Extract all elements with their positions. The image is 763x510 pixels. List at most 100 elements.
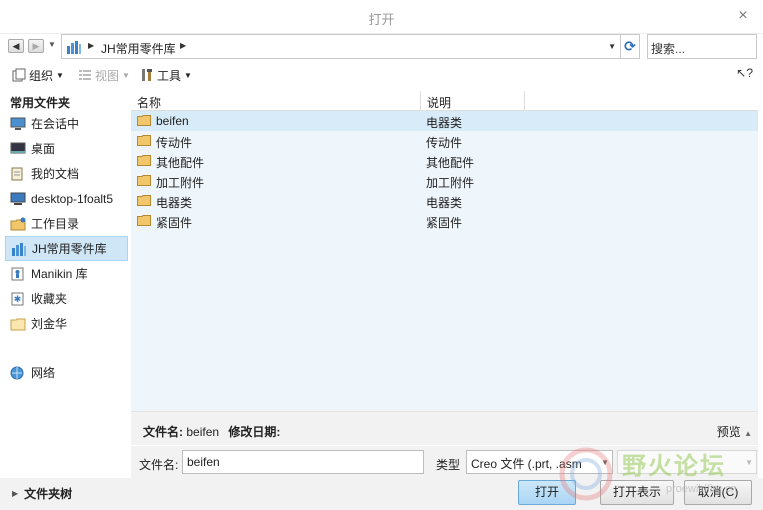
cursor-help-icon: ↖ xyxy=(736,66,747,80)
network-icon xyxy=(10,366,24,379)
sidebar-item-favorites[interactable]: ✱ 收藏夹 xyxy=(5,286,128,311)
address-bar[interactable]: ▶ JH常用零件库 ▶ ▼ xyxy=(61,34,621,59)
folder-icon xyxy=(137,195,151,206)
history-dropdown-icon[interactable]: ▼ xyxy=(48,40,56,49)
breadcrumb-current[interactable]: JH常用零件库 xyxy=(101,40,176,57)
file-list: 名称 说明 beifen 电器类 传动件 传动件 其他配件 其他配件 加工附件 … xyxy=(131,91,758,411)
file-description: 其他配件 xyxy=(426,156,475,170)
sidebar-header: 常用文件夹 xyxy=(10,96,71,110)
file-name: 电器类 xyxy=(156,196,193,210)
folder-icon xyxy=(137,135,151,146)
file-description: 传动件 xyxy=(426,136,463,150)
working-directory-icon xyxy=(10,217,26,230)
file-row[interactable]: 电器类 电器类 xyxy=(131,191,758,211)
organize-label: 组织 xyxy=(29,68,54,83)
sidebar-item-label: 桌面 xyxy=(31,142,56,156)
breadcrumb-separator-icon[interactable]: ▶ xyxy=(180,41,186,50)
sidebar-item-user-folder[interactable]: 刘金华 xyxy=(5,311,128,336)
sidebar-item-label: 在会话中 xyxy=(31,117,80,131)
open-representation-button[interactable]: 打开表示 xyxy=(600,480,674,505)
close-icon[interactable]: × xyxy=(733,6,753,26)
folder-icon xyxy=(137,215,151,226)
sidebar-item-label: 收藏夹 xyxy=(31,292,68,306)
folder-icon xyxy=(137,115,151,126)
tools-icon xyxy=(142,69,152,81)
sidebar-item-desktop[interactable]: 桌面 xyxy=(5,136,128,161)
navigation-bar: ◀ ▶ ▼ ▶ JH常用零件库 ▶ ▼ ⟳ 搜索... xyxy=(0,34,763,60)
breadcrumb-separator-icon[interactable]: ▶ xyxy=(88,41,94,50)
library-icon xyxy=(67,41,81,54)
documents-icon xyxy=(11,167,23,180)
file-info-text: 文件名: beifen 修改日期: xyxy=(143,423,280,440)
file-row[interactable]: 传动件 传动件 xyxy=(131,131,758,151)
file-type-select[interactable]: Creo 文件 (.prt, .asm ▼ xyxy=(466,450,613,474)
title-bar: 打开 × xyxy=(0,0,763,34)
library-icon xyxy=(12,242,26,256)
preview-toggle[interactable]: 预览 ▲ xyxy=(717,423,752,440)
file-row[interactable]: beifen 电器类 xyxy=(131,111,758,131)
svg-text:✱: ✱ xyxy=(14,294,22,304)
favorites-icon: ✱ xyxy=(11,292,24,305)
file-name: 传动件 xyxy=(156,136,193,150)
sidebar-item-documents[interactable]: 我的文档 xyxy=(5,161,128,186)
sidebar-item-manikin[interactable]: Manikin 库 xyxy=(5,261,128,286)
help-button[interactable]: ↖? xyxy=(736,66,753,80)
type-label: 类型 xyxy=(436,458,461,472)
info-filename-label: 文件名: xyxy=(143,425,183,439)
file-row[interactable]: 紧固件 紧固件 xyxy=(131,211,758,231)
sidebar-item-computer[interactable]: desktop-1foalt5 xyxy=(5,186,128,211)
info-modified-label: 修改日期: xyxy=(228,425,281,439)
organize-menu[interactable]: 组织 ▼ xyxy=(12,66,64,84)
chevron-down-icon: ▼ xyxy=(745,458,753,467)
sidebar-item-label: 刘金华 xyxy=(31,317,68,331)
tools-menu[interactable]: 工具 ▼ xyxy=(140,66,192,84)
chevron-right-icon: ▶ xyxy=(12,489,19,498)
file-list-header: 名称 说明 xyxy=(131,91,758,111)
bottom-bar: ▶ 文件夹树 打开 打开表示 取消(C) xyxy=(0,478,763,510)
sidebar-item-label: Manikin 库 xyxy=(31,267,88,281)
folder-icon xyxy=(137,155,151,166)
window-title: 打开 xyxy=(368,12,395,27)
cancel-button[interactable]: 取消(C) xyxy=(684,480,752,505)
sidebar-item-network[interactable]: 网络 xyxy=(5,360,128,385)
file-description: 加工附件 xyxy=(426,176,475,190)
view-menu[interactable]: 视图 ▼ xyxy=(78,66,130,84)
sidebar-item-working-directory[interactable]: 工作目录 xyxy=(5,211,128,236)
column-header-name[interactable]: 名称 xyxy=(137,94,161,111)
column-divider[interactable] xyxy=(524,91,525,111)
folder-icon xyxy=(137,175,151,186)
sidebar-item-label: JH常用零件库 xyxy=(32,242,107,256)
computer-icon xyxy=(10,192,26,205)
file-row[interactable]: 加工附件 加工附件 xyxy=(131,171,758,191)
chevron-down-icon: ▼ xyxy=(601,458,609,467)
network-label: 网络 xyxy=(31,366,56,380)
sidebar-item-library[interactable]: JH常用零件库 xyxy=(5,236,128,261)
filename-label: 文件名: xyxy=(139,458,179,472)
filename-input[interactable]: beifen xyxy=(182,450,424,474)
tools-label: 工具 xyxy=(157,68,182,83)
column-divider[interactable] xyxy=(420,91,421,111)
filename-row: 文件名: beifen 类型 Creo 文件 (.prt, .asm ▼ ▼ xyxy=(131,446,758,478)
back-button[interactable]: ◀ xyxy=(8,39,24,53)
sidebar-item-session[interactable]: 在会话中 xyxy=(5,111,128,136)
forward-button[interactable]: ▶ xyxy=(28,39,44,53)
refresh-button[interactable]: ⟳ xyxy=(620,34,640,59)
folder-tree-toggle[interactable]: ▶ 文件夹树 xyxy=(12,485,72,502)
desktop-icon xyxy=(10,142,26,153)
file-name: 其他配件 xyxy=(156,156,205,170)
subtype-select[interactable]: ▼ xyxy=(617,450,757,474)
sidebar-item-label: 工作目录 xyxy=(31,217,80,231)
view-icon xyxy=(79,70,91,80)
file-info-bar: 文件名: beifen 修改日期: 预览 ▲ xyxy=(131,411,758,445)
file-description: 紧固件 xyxy=(426,216,463,230)
sidebar-item-label: 我的文档 xyxy=(31,167,80,181)
file-description: 电器类 xyxy=(426,116,463,130)
help-label: ? xyxy=(746,66,753,80)
file-row[interactable]: 其他配件 其他配件 xyxy=(131,151,758,171)
file-name: 加工附件 xyxy=(156,176,205,190)
address-dropdown-icon[interactable]: ▼ xyxy=(608,42,616,51)
column-header-description[interactable]: 说明 xyxy=(427,94,451,111)
search-input[interactable]: 搜索... xyxy=(647,34,757,59)
open-button[interactable]: 打开 xyxy=(518,480,576,505)
chevron-up-icon: ▲ xyxy=(744,429,752,438)
